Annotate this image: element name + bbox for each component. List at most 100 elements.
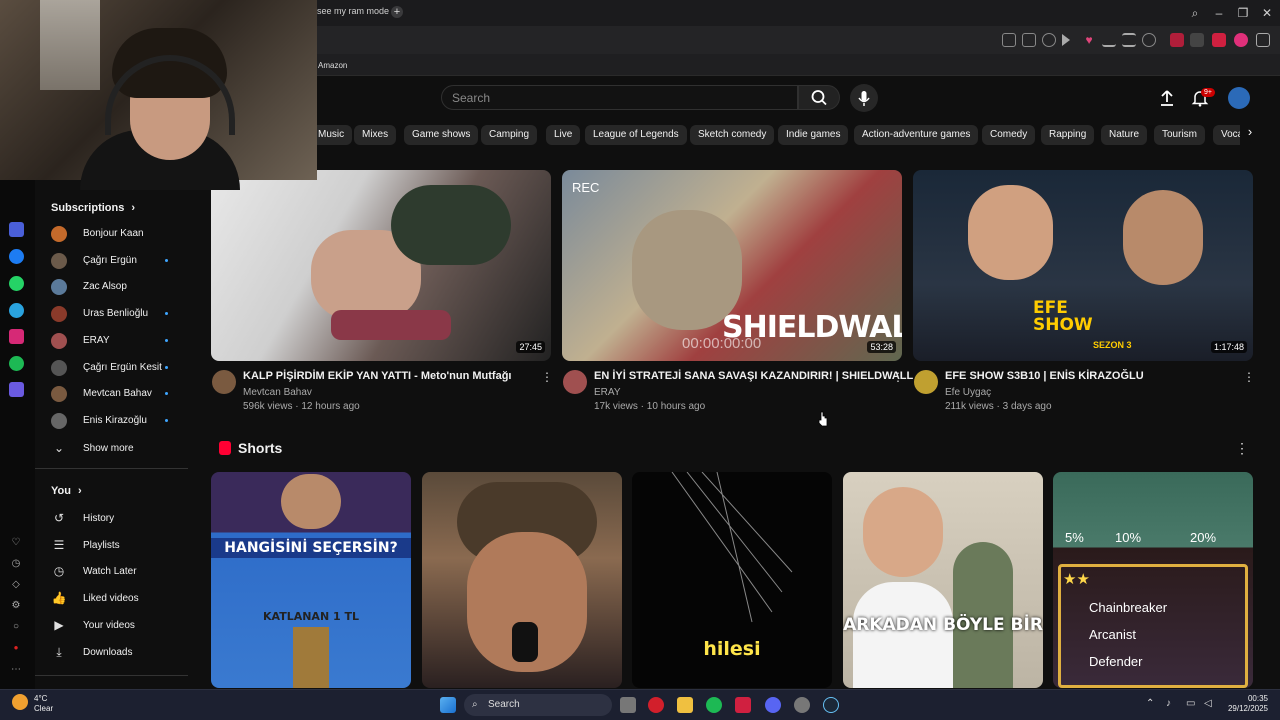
short-thumbnail[interactable]: ARKADAN BÖYLE BİR	[843, 472, 1043, 688]
chip-game-shows[interactable]: Game shows	[404, 125, 479, 145]
subscription-item[interactable]: ERAY	[51, 332, 191, 349]
new-tab-button[interactable]: +	[391, 6, 403, 18]
box-icon[interactable]: ◇	[10, 579, 22, 591]
more-options-icon[interactable]: ⋮	[892, 370, 904, 384]
telegram-icon[interactable]	[9, 303, 24, 318]
whatsapp-icon[interactable]	[9, 276, 24, 291]
video-title[interactable]: KALP PİŞİRDİM EKİP YAN YATTI - Meto'nun …	[243, 370, 511, 382]
extension-icon[interactable]	[1212, 33, 1226, 47]
close-button[interactable]: ✕	[1260, 6, 1274, 20]
video-thumbnail[interactable]: 27:45	[211, 170, 551, 361]
create-upload-button[interactable]	[1158, 89, 1176, 107]
heart-icon[interactable]: ♥	[1082, 33, 1096, 47]
heart-icon[interactable]: ♡	[10, 537, 22, 549]
extension-icon[interactable]	[1234, 33, 1248, 47]
subscription-item[interactable]: Enis Kirazoğlu	[51, 412, 191, 429]
weather-icon[interactable]	[12, 694, 28, 710]
more-options-icon[interactable]: ⋮	[1243, 370, 1255, 384]
search-input[interactable]: Search	[441, 85, 798, 110]
messenger-icon[interactable]	[9, 249, 24, 264]
more-options-icon[interactable]: ⋮	[541, 370, 553, 384]
chip-sketch-comedy[interactable]: Sketch comedy	[690, 125, 775, 145]
subscription-item[interactable]: Mevtcan Bahav	[51, 386, 191, 403]
channel-avatar[interactable]	[212, 370, 236, 394]
short-thumbnail[interactable]: 5% 10% 20% ★★ Chainbreaker Arcanist Defe…	[1053, 472, 1253, 688]
chip-action-adventure-games[interactable]: Action-adventure games	[854, 125, 979, 145]
sidebar-item-your-videos[interactable]: ▶ Your videos	[51, 617, 181, 633]
short-thumbnail[interactable]: HANGİSİNİ SEÇERSİN? KATLANAN 1 TL	[211, 472, 411, 688]
camera-icon[interactable]	[1022, 33, 1036, 47]
taskbar-search[interactable]: Search	[464, 694, 612, 716]
clock[interactable]: 00:35 29/12/2025	[1222, 694, 1268, 714]
short-thumbnail[interactable]: hilesi	[632, 472, 832, 688]
sidebar-item-playlists[interactable]: ☰ Playlists	[51, 537, 181, 553]
opera-icon[interactable]	[648, 697, 664, 713]
play-icon[interactable]	[1062, 34, 1070, 46]
video-title[interactable]: EN İYİ STRATEJİ SANA SAVAŞI KAZANDIRIR! …	[594, 370, 913, 382]
extension-icon[interactable]	[1170, 33, 1184, 47]
start-icon[interactable]	[440, 697, 456, 713]
channel-avatar[interactable]	[914, 370, 938, 394]
channel-name[interactable]: Efe Uygaç	[945, 387, 991, 398]
search-button[interactable]	[798, 85, 840, 110]
video-thumbnail[interactable]: EFE SHOW SEZON 3 1:17:48	[913, 170, 1253, 361]
record-icon[interactable]: ●	[10, 642, 22, 654]
subscription-item[interactable]: Bonjour Kaan	[51, 226, 191, 242]
instagram-icon[interactable]	[9, 329, 24, 344]
browser-tab[interactable]: see my ram mode	[317, 6, 389, 16]
subscription-item[interactable]: Çağrı Ergün	[51, 252, 191, 269]
app-icon[interactable]	[9, 382, 24, 397]
chip-next-arrow-icon[interactable]: ›	[1240, 124, 1260, 146]
subscription-item[interactable]: Zac Alsop	[51, 279, 191, 296]
chip-mixes[interactable]: Mixes	[354, 125, 397, 145]
shield-icon[interactable]	[1042, 33, 1056, 47]
subscriptions-heading[interactable]: Subscriptions ›	[51, 202, 135, 214]
restore-button[interactable]: ❐	[1236, 6, 1250, 20]
steam-icon[interactable]	[823, 697, 839, 713]
tab-search-icon[interactable]: ⌕	[1188, 6, 1202, 20]
chevron-up-icon[interactable]: ⌃	[1146, 698, 1154, 709]
history-icon[interactable]: ◷	[10, 558, 22, 570]
bookmark-amazon[interactable]: Amazon	[318, 61, 347, 70]
account-avatar[interactable]	[1228, 87, 1250, 109]
chip-comedy[interactable]: Comedy	[982, 125, 1036, 145]
sidebar-item-watch-later[interactable]: ◷ Watch Later	[51, 563, 181, 579]
subscription-item[interactable]: Uras Benlioğlu	[51, 306, 191, 323]
sidebar-item-liked-videos[interactable]: 👍 Liked videos	[51, 590, 181, 606]
minimize-button[interactable]: –	[1212, 6, 1226, 20]
extensions-puzzle-icon[interactable]	[1256, 33, 1270, 47]
sidebar-item-history[interactable]: ↺ History	[51, 510, 181, 526]
sidebar-item-downloads[interactable]: ⤓ Downloads	[51, 644, 181, 660]
extension-icon[interactable]	[1190, 33, 1204, 47]
app-icon[interactable]	[735, 697, 751, 713]
display-icon[interactable]: ▭	[1186, 698, 1195, 709]
show-more-button[interactable]: ⌄ Show more	[51, 440, 181, 456]
chip-camping[interactable]: Camping	[481, 125, 538, 145]
short-thumbnail[interactable]	[422, 472, 622, 688]
more-icon[interactable]: ⋯	[10, 664, 22, 676]
subscription-item[interactable]: Çağrı Ergün Kesit	[51, 359, 191, 376]
chip-rapping[interactable]: Rapping	[1041, 125, 1095, 145]
settings-icon[interactable]: ⚙	[10, 600, 22, 612]
chip-live[interactable]: Live	[546, 125, 581, 145]
channel-avatar[interactable]	[563, 370, 587, 394]
video-thumbnail[interactable]: REC SHIELDWALL 00:00:00:00 53:28	[562, 170, 902, 361]
discord-icon[interactable]	[765, 697, 781, 713]
voice-search-button[interactable]	[850, 84, 878, 112]
mic-icon[interactable]: ♪	[1166, 698, 1171, 709]
app-icon[interactable]	[794, 697, 810, 713]
edit-icon[interactable]	[1002, 33, 1016, 47]
spotify-icon[interactable]	[706, 697, 722, 713]
volume-icon[interactable]: ◁	[1204, 698, 1212, 709]
folder-icon[interactable]	[677, 697, 693, 713]
app-icon[interactable]	[9, 222, 24, 237]
chip-league-of-legends[interactable]: League of Legends	[585, 125, 687, 145]
chip-nature[interactable]: Nature	[1101, 125, 1148, 145]
weather-widget[interactable]: 4°C Clear	[34, 694, 53, 714]
channel-name[interactable]: ERAY	[594, 387, 621, 398]
you-heading[interactable]: You ›	[51, 485, 82, 497]
chip-indie-games[interactable]: Indie games	[778, 125, 849, 145]
download-icon[interactable]	[1102, 33, 1116, 47]
video-title[interactable]: EFE SHOW S3B10 | ENİS KİRAZOĞLU	[945, 370, 1144, 382]
task-view-icon[interactable]	[620, 697, 636, 713]
